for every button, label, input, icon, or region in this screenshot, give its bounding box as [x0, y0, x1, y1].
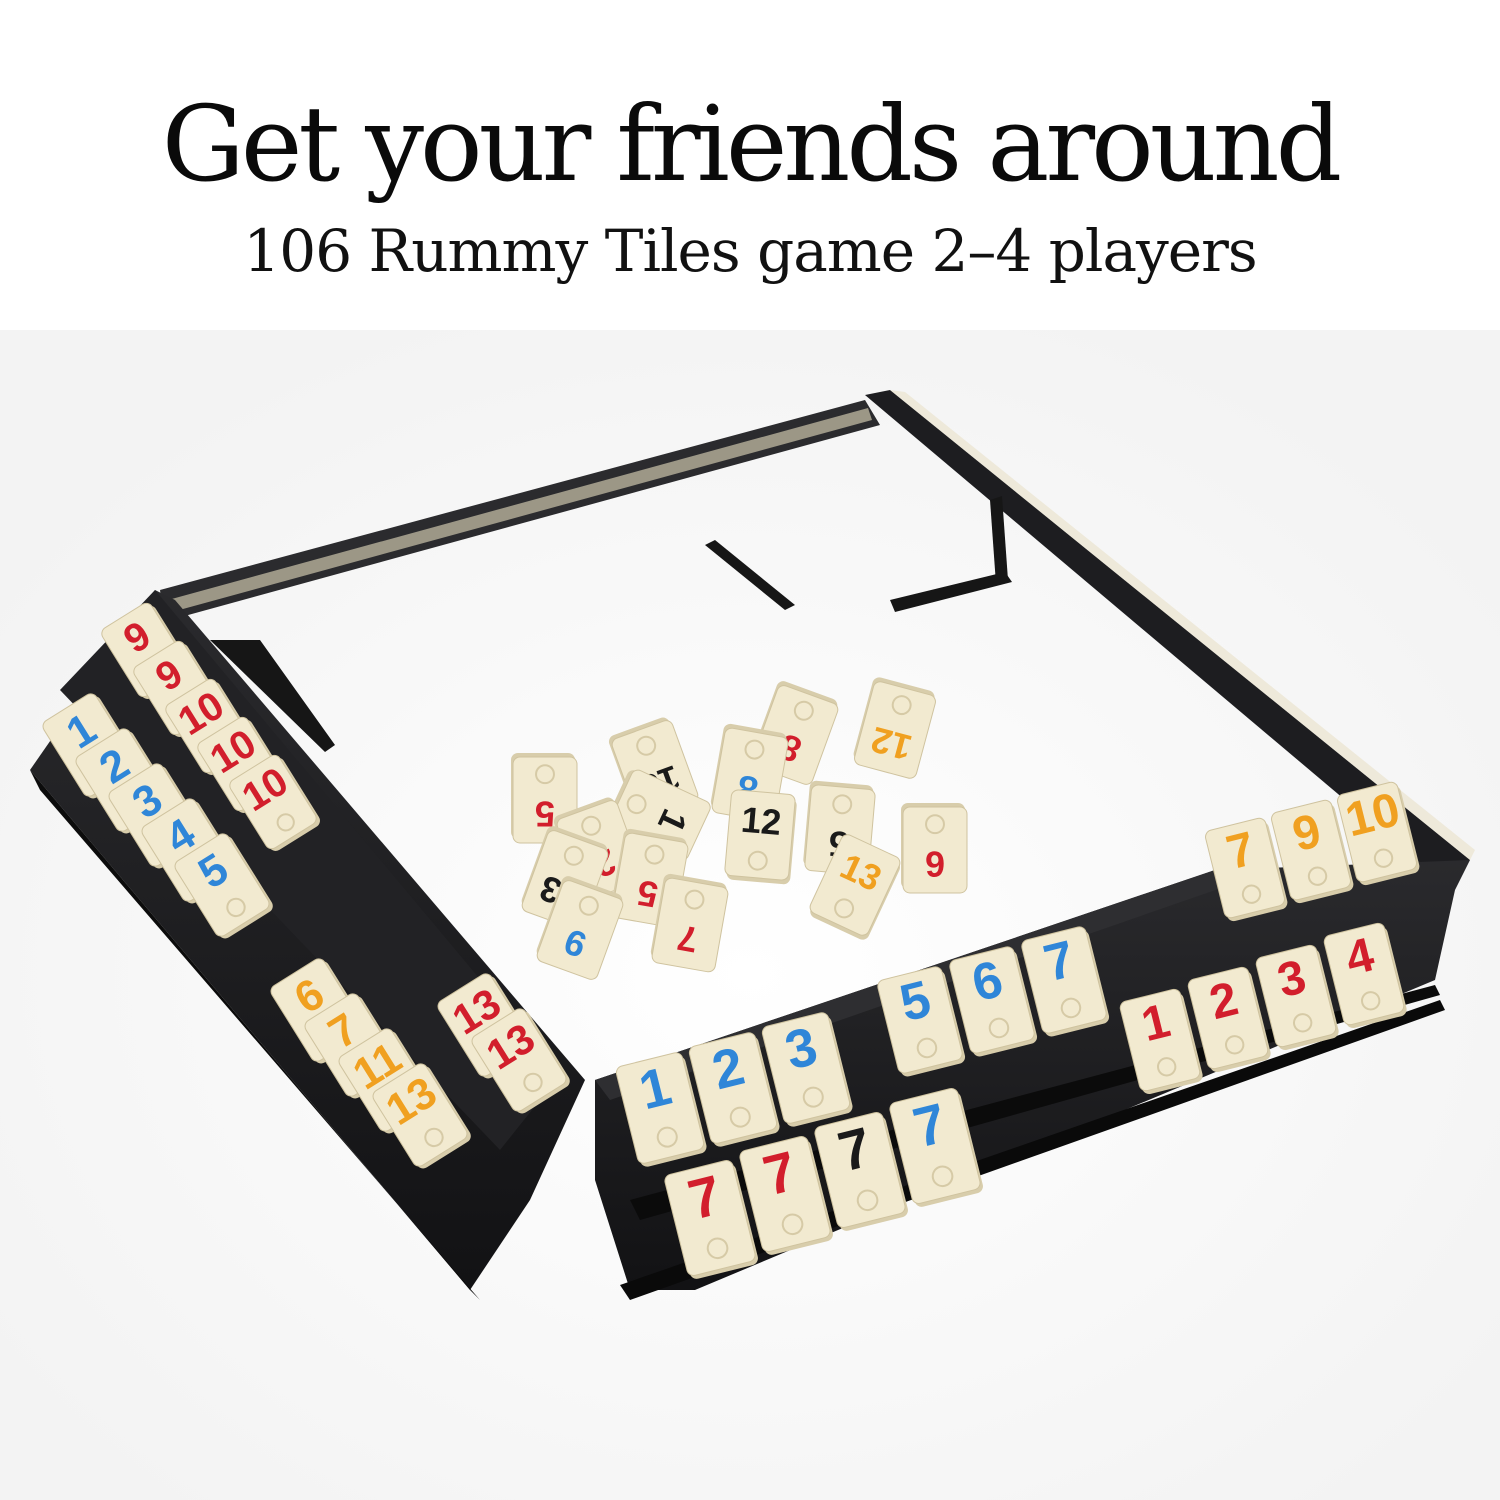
scattered-tile: 6: [901, 803, 968, 894]
scattered-tile: 12: [724, 789, 797, 885]
tile-number: 12: [740, 799, 783, 843]
rummy-game-photo: 99101010123456711131313 7 9 105 6 71 2 3 1 2 3 47 7…: [0, 330, 1500, 1500]
tile-number: 6: [925, 844, 945, 885]
